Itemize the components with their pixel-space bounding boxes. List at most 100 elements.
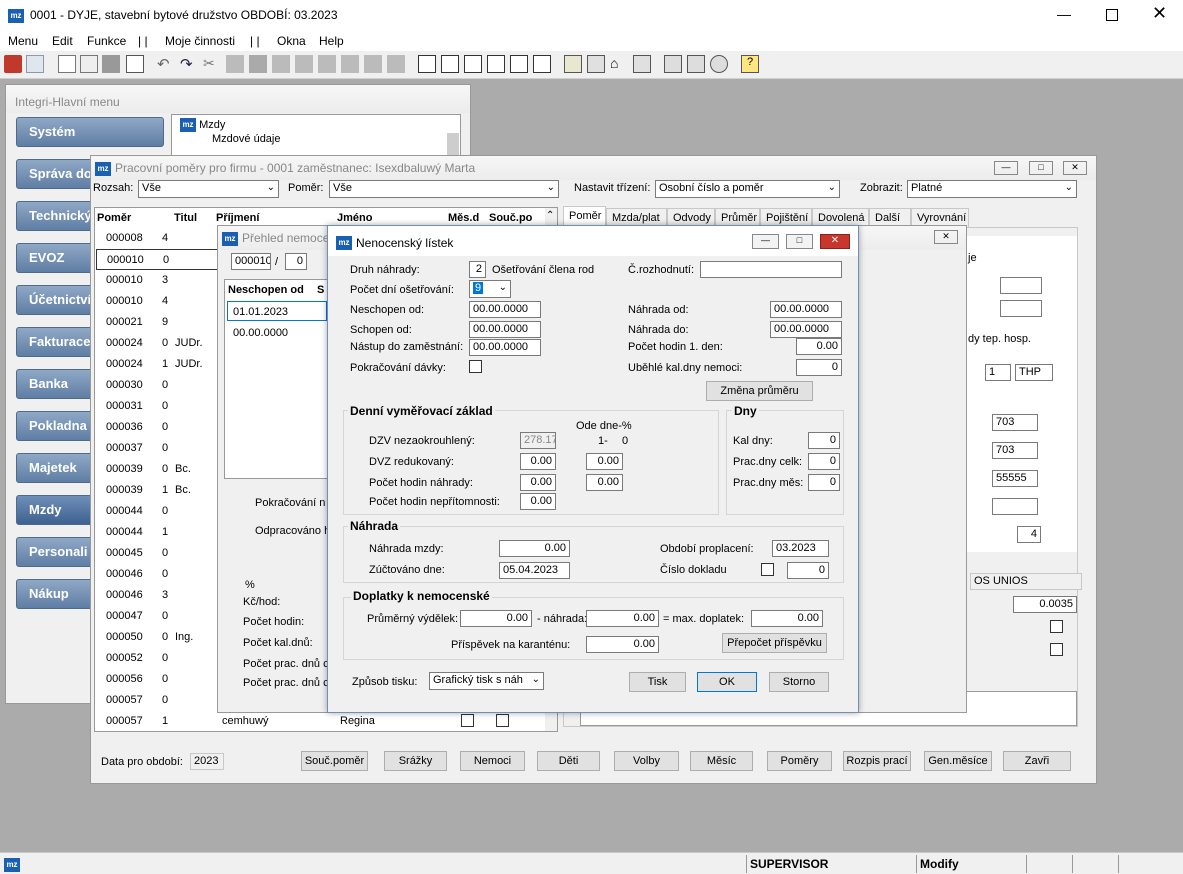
- tree-node-mzdove-udaje[interactable]: Mzdové údaje: [212, 133, 281, 145]
- pomer-select[interactable]: Vše ⌄: [329, 180, 559, 198]
- doklad-checkbox[interactable]: [761, 563, 774, 576]
- minimize-icon[interactable]: —: [994, 161, 1018, 175]
- prac-celk-field[interactable]: 0: [808, 453, 840, 470]
- tisk-button[interactable]: Tisk: [629, 672, 686, 692]
- settings-icon[interactable]: [710, 55, 728, 73]
- field-4[interactable]: 4: [1017, 526, 1041, 543]
- field-thp[interactable]: THP: [1015, 364, 1053, 381]
- menu-help[interactable]: Help: [319, 34, 344, 48]
- maximize-icon[interactable]: □: [786, 234, 813, 249]
- footer-button-3[interactable]: Děti: [537, 751, 600, 771]
- trideni-select[interactable]: Osobní číslo a poměr ⌄: [655, 180, 840, 198]
- help-icon[interactable]: ?: [741, 55, 759, 73]
- table-row[interactable]: 0000571 cemhuwý Regina ⌄: [96, 711, 556, 732]
- new-icon[interactable]: [58, 55, 76, 73]
- tisk-select[interactable]: Grafický tisk s náh ⌄: [429, 672, 544, 690]
- checkbox[interactable]: [461, 714, 474, 727]
- kal-dny-field[interactable]: 0: [808, 432, 840, 449]
- nahrada-do-field[interactable]: 00.00.0000: [770, 321, 842, 338]
- ok-button[interactable]: OK: [697, 672, 757, 692]
- close-icon[interactable]: ✕: [820, 234, 850, 249]
- find-icon[interactable]: [387, 55, 405, 73]
- prehled-grid[interactable]: Neschopen od S 01.01.2023 00.00.0000: [224, 279, 328, 479]
- edit-icon[interactable]: [80, 55, 98, 73]
- print-icon[interactable]: [664, 55, 682, 73]
- menu-funkce[interactable]: Funkce: [87, 34, 126, 48]
- rozsah-select[interactable]: Vše ⌄: [138, 180, 279, 198]
- next-icon[interactable]: [341, 55, 359, 73]
- report3-icon[interactable]: [464, 55, 482, 73]
- prepocet-button[interactable]: Přepočet příspěvku: [722, 633, 827, 653]
- field-a[interactable]: [1000, 277, 1042, 294]
- ubehle-field[interactable]: 0: [796, 359, 842, 376]
- dvz-red-pct-field[interactable]: 0.00: [586, 453, 623, 470]
- list-icon[interactable]: [126, 55, 144, 73]
- footer-button-5[interactable]: Měsíc: [690, 751, 753, 771]
- close-icon[interactable]: ✕: [1063, 161, 1087, 175]
- storno-button[interactable]: Storno: [769, 672, 829, 692]
- tree-icon[interactable]: [687, 55, 705, 73]
- pokracovani-davky-checkbox[interactable]: [469, 360, 482, 373]
- checkbox[interactable]: [496, 714, 509, 727]
- field-55555[interactable]: 55555: [992, 470, 1038, 487]
- report5-icon[interactable]: [510, 55, 528, 73]
- footer-button-8[interactable]: Gen.měsíce: [924, 751, 992, 771]
- footer-button-4[interactable]: Volby: [614, 751, 679, 771]
- doklad-field[interactable]: 0: [787, 562, 829, 579]
- tree-scrollbar[interactable]: [447, 133, 459, 155]
- tree-node-mzdy[interactable]: mz Mzdy: [180, 118, 225, 132]
- field-703b[interactable]: 703: [992, 442, 1038, 459]
- minimize-icon[interactable]: —: [1057, 6, 1071, 22]
- rozhodnuti-field[interactable]: [700, 261, 842, 278]
- field-b[interactable]: [1000, 300, 1042, 317]
- col-titul[interactable]: Titul: [174, 212, 197, 224]
- field-0035[interactable]: 0.0035: [1013, 596, 1077, 613]
- menu-edit[interactable]: Edit: [52, 34, 73, 48]
- checkbox[interactable]: [1050, 643, 1063, 656]
- field-703a[interactable]: 703: [992, 414, 1038, 431]
- report4-icon[interactable]: [487, 55, 505, 73]
- nahrada-od-field[interactable]: 00.00.0000: [770, 301, 842, 318]
- home-icon[interactable]: ⌂: [610, 55, 628, 73]
- last-icon[interactable]: [364, 55, 382, 73]
- nahrada-minus-field[interactable]: 0.00: [586, 610, 659, 627]
- field-os-unios[interactable]: OS UNIOS: [970, 573, 1082, 590]
- footer-button-9[interactable]: Zavři: [1003, 751, 1071, 771]
- window-icon[interactable]: [26, 55, 44, 73]
- paste-icon[interactable]: [249, 55, 267, 73]
- prumerny-field[interactable]: 0.00: [460, 610, 532, 627]
- close-icon[interactable]: ✕: [1152, 3, 1167, 24]
- zmena-prumeru-button[interactable]: Změna průměru: [706, 381, 813, 401]
- nastup-field[interactable]: 00.00.0000: [469, 339, 541, 356]
- col-neschopen[interactable]: Neschopen od: [228, 284, 304, 296]
- lock-icon[interactable]: [564, 55, 582, 73]
- menu-moje-cinnosti[interactable]: Moje činnosti: [165, 34, 235, 48]
- dvz-red-field[interactable]: 0.00: [520, 453, 556, 470]
- nahrada-mzdy-field[interactable]: 0.00: [499, 540, 570, 557]
- data-obdobi-field[interactable]: 2023: [190, 753, 224, 770]
- zobrazit-select[interactable]: Platné ⌄: [907, 180, 1077, 198]
- prehled-field-1[interactable]: 000010: [231, 253, 271, 270]
- footer-button-6[interactable]: Poměry: [767, 751, 832, 771]
- maximize-icon[interactable]: [1106, 9, 1118, 21]
- pocet-dni-select[interactable]: 9 ⌄: [469, 280, 511, 298]
- obdobi-field[interactable]: 03.2023: [772, 540, 829, 557]
- prac-mes-field[interactable]: 0: [808, 474, 840, 491]
- prev-icon[interactable]: [318, 55, 336, 73]
- field-n1[interactable]: 1: [985, 364, 1011, 381]
- delete-icon[interactable]: [102, 55, 120, 73]
- redo-icon[interactable]: ↷: [180, 55, 198, 73]
- report2-icon[interactable]: [441, 55, 459, 73]
- menu-menu[interactable]: Menu: [8, 34, 38, 48]
- hod-nahrady-pct-field[interactable]: 0.00: [586, 474, 623, 491]
- col-pomer[interactable]: Poměr: [97, 212, 131, 224]
- maximize-icon[interactable]: □: [1029, 161, 1053, 175]
- close-icon[interactable]: ✕: [934, 230, 958, 244]
- calc-icon[interactable]: [587, 55, 605, 73]
- druh-code-field[interactable]: 2: [469, 261, 486, 278]
- exit-icon[interactable]: [4, 55, 22, 73]
- report1-icon[interactable]: [418, 55, 436, 73]
- zuctovano-field[interactable]: 05.04.2023: [499, 562, 570, 579]
- footer-button-7[interactable]: Rozpis prací: [843, 751, 911, 771]
- table-row[interactable]: 00.00.0000: [227, 323, 327, 343]
